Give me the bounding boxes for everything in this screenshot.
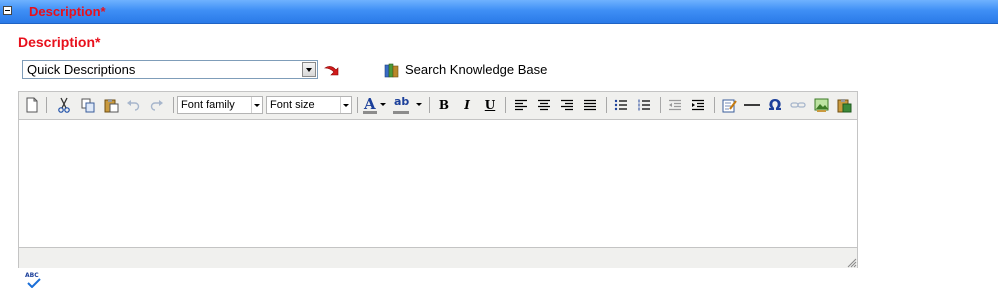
horizontal-rule-icon[interactable] xyxy=(742,95,762,115)
numbered-list-icon[interactable] xyxy=(634,95,654,115)
rich-text-editor: Font family Font size A ab B I U Ω xyxy=(18,91,858,268)
editor-status-bar xyxy=(19,247,857,268)
cut-icon[interactable] xyxy=(54,95,74,115)
paste-icon[interactable] xyxy=(101,95,121,115)
bold-button[interactable]: B xyxy=(434,95,454,115)
highlight-swatch xyxy=(393,111,409,114)
font-family-select[interactable]: Font family xyxy=(177,96,263,114)
text-color-button[interactable]: A xyxy=(361,95,387,115)
align-center-icon[interactable] xyxy=(534,95,554,115)
chevron-down-icon[interactable] xyxy=(416,103,422,106)
highlight-color-button[interactable]: ab xyxy=(391,95,423,115)
indent-icon[interactable] xyxy=(688,95,708,115)
outdent-icon[interactable] xyxy=(665,95,685,115)
resize-grip-icon[interactable] xyxy=(845,256,857,268)
chevron-down-icon[interactable] xyxy=(302,62,316,77)
align-right-icon[interactable] xyxy=(557,95,577,115)
quick-descriptions-value: Quick Descriptions xyxy=(27,62,136,77)
highlight-letters: ab xyxy=(394,95,410,108)
red-arrow-icon[interactable] xyxy=(323,63,341,79)
bullet-list-icon[interactable] xyxy=(611,95,631,115)
font-family-value: Font family xyxy=(181,99,235,111)
chevron-down-icon[interactable] xyxy=(340,97,351,113)
link-icon[interactable] xyxy=(788,95,808,115)
redo-icon[interactable] xyxy=(147,95,167,115)
section-title: Description* xyxy=(29,4,106,19)
new-document-icon[interactable] xyxy=(22,95,42,115)
undo-icon[interactable] xyxy=(123,95,143,115)
special-character-button[interactable]: Ω xyxy=(765,95,785,115)
edit-css-icon[interactable] xyxy=(719,95,739,115)
description-label: Description* xyxy=(18,34,101,50)
editor-content-area[interactable] xyxy=(19,120,857,247)
italic-button[interactable]: I xyxy=(457,95,477,115)
justify-icon[interactable] xyxy=(580,95,600,115)
paste-from-word-icon[interactable] xyxy=(834,95,854,115)
books-icon xyxy=(384,63,399,78)
copy-icon[interactable] xyxy=(78,95,98,115)
editor-toolbar: Font family Font size A ab B I U Ω xyxy=(19,92,857,120)
underline-button[interactable]: U xyxy=(480,95,500,115)
chevron-down-icon[interactable] xyxy=(251,97,262,113)
chevron-down-icon[interactable] xyxy=(380,103,386,106)
quick-descriptions-select[interactable]: Quick Descriptions xyxy=(22,60,318,79)
font-size-select[interactable]: Font size xyxy=(266,96,352,114)
search-knowledge-base-label: Search Knowledge Base xyxy=(405,62,548,77)
section-header[interactable]: Description* xyxy=(0,0,998,24)
font-size-value: Font size xyxy=(270,99,315,111)
collapse-icon[interactable] xyxy=(3,6,12,15)
insert-image-icon[interactable] xyxy=(811,95,831,115)
align-left-icon[interactable] xyxy=(511,95,531,115)
spellcheck-icon[interactable]: ABC xyxy=(25,272,43,288)
text-color-swatch xyxy=(363,111,377,114)
